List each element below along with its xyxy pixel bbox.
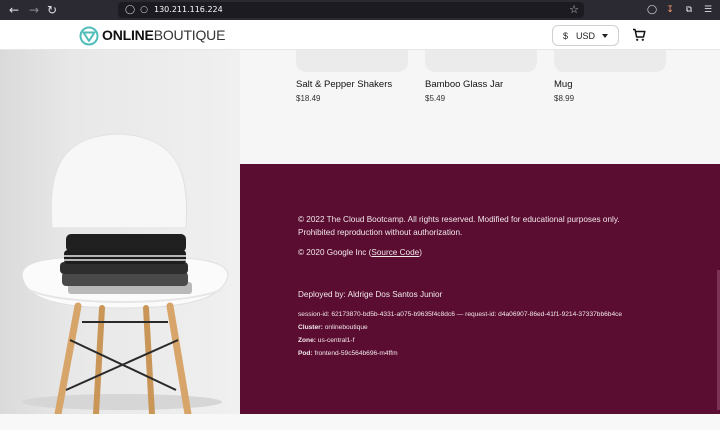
url-text[interactable]: 130.211.116.224: [154, 2, 223, 18]
page-bottom: [0, 414, 720, 430]
online-boutique-logo-icon[interactable]: [79, 26, 99, 46]
back-arrow-icon[interactable]: ←: [6, 2, 22, 18]
google-copyright-prefix: © 2020 Google Inc (: [298, 248, 372, 257]
google-copyright: © 2020 Google Inc (Source Code): [298, 247, 422, 259]
cart-icon[interactable]: [632, 28, 646, 42]
site-logo-text[interactable]: ONLINEBOUTIQUE: [102, 27, 225, 43]
session-info: session-id: 62173870-bd5b-4331-a075-b963…: [298, 311, 623, 318]
zone-value: us-central1-f: [315, 337, 355, 344]
cluster-value: onlineboutique: [322, 324, 368, 331]
cluster-info: Cluster: onlineboutique: [298, 323, 368, 333]
pocket-icon[interactable]: ◯: [645, 3, 659, 17]
chevron-down-icon: [602, 34, 608, 38]
shield-icon[interactable]: ◯: [124, 2, 136, 18]
site-header: ONLINEBOUTIQUE $ USD: [0, 20, 720, 50]
logo-word-online: ONLINE: [102, 27, 154, 43]
zone-label: Zone:: [298, 337, 316, 344]
pod-value: frontend-59c564b696-m4ffm: [312, 350, 398, 357]
product-name[interactable]: Bamboo Glass Jar: [425, 79, 503, 90]
deployed-by-text: Deployed by: Aldrige Dos Santos Junior: [298, 290, 443, 299]
currency-code: USD: [576, 31, 596, 41]
currency-symbol: $: [563, 31, 569, 41]
zone-info: Zone: us-central1-f: [298, 336, 354, 346]
product-price: $18.49: [296, 94, 321, 103]
reload-icon[interactable]: ↻: [44, 2, 60, 18]
bookmark-star-icon[interactable]: ☆: [568, 2, 580, 18]
product-name[interactable]: Mug: [554, 79, 572, 90]
chair-with-clothes-illustration: [21, 133, 229, 414]
address-bar[interactable]: ◯ ○ 130.211.116.224 ☆: [118, 2, 584, 18]
currency-selector[interactable]: $ USD: [552, 25, 619, 46]
extensions-icon[interactable]: ⧉: [682, 3, 696, 17]
source-code-link[interactable]: Source Code: [371, 248, 419, 257]
copyright-text: © 2022 The Cloud Bootcamp. All rights re…: [298, 215, 620, 224]
lock-icon[interactable]: ○: [138, 2, 150, 18]
browser-toolbar: ← → ↻ ◯ ○ 130.211.116.224 ☆ ◯ ↧ ⧉ ☰: [0, 0, 720, 20]
hero-image: [0, 50, 240, 414]
product-price: $5.49: [425, 94, 446, 103]
site-footer: © 2022 The Cloud Bootcamp. All rights re…: [240, 164, 720, 414]
cluster-label: Cluster:: [298, 324, 323, 331]
copyright-notice: Prohibited reproduction without authoriz…: [298, 228, 463, 237]
product-strip: Salt & Pepper Shakers $18.49 Bamboo Glas…: [240, 50, 720, 164]
logo-word-boutique: BOUTIQUE: [153, 27, 226, 43]
menu-icon[interactable]: ☰: [701, 3, 715, 17]
product-name[interactable]: Salt & Pepper Shakers: [296, 79, 392, 90]
product-price: $8.99: [554, 94, 575, 103]
forward-arrow-icon[interactable]: →: [26, 2, 42, 18]
download-icon[interactable]: ↧: [663, 3, 677, 17]
product-thumbnail[interactable]: [554, 50, 666, 72]
product-thumbnail[interactable]: [425, 50, 537, 72]
pod-label: Pod:: [298, 350, 313, 357]
google-copyright-suffix: ): [419, 248, 422, 257]
product-thumbnail[interactable]: [296, 50, 408, 72]
pod-info: Pod: frontend-59c564b696-m4ffm: [298, 349, 398, 359]
